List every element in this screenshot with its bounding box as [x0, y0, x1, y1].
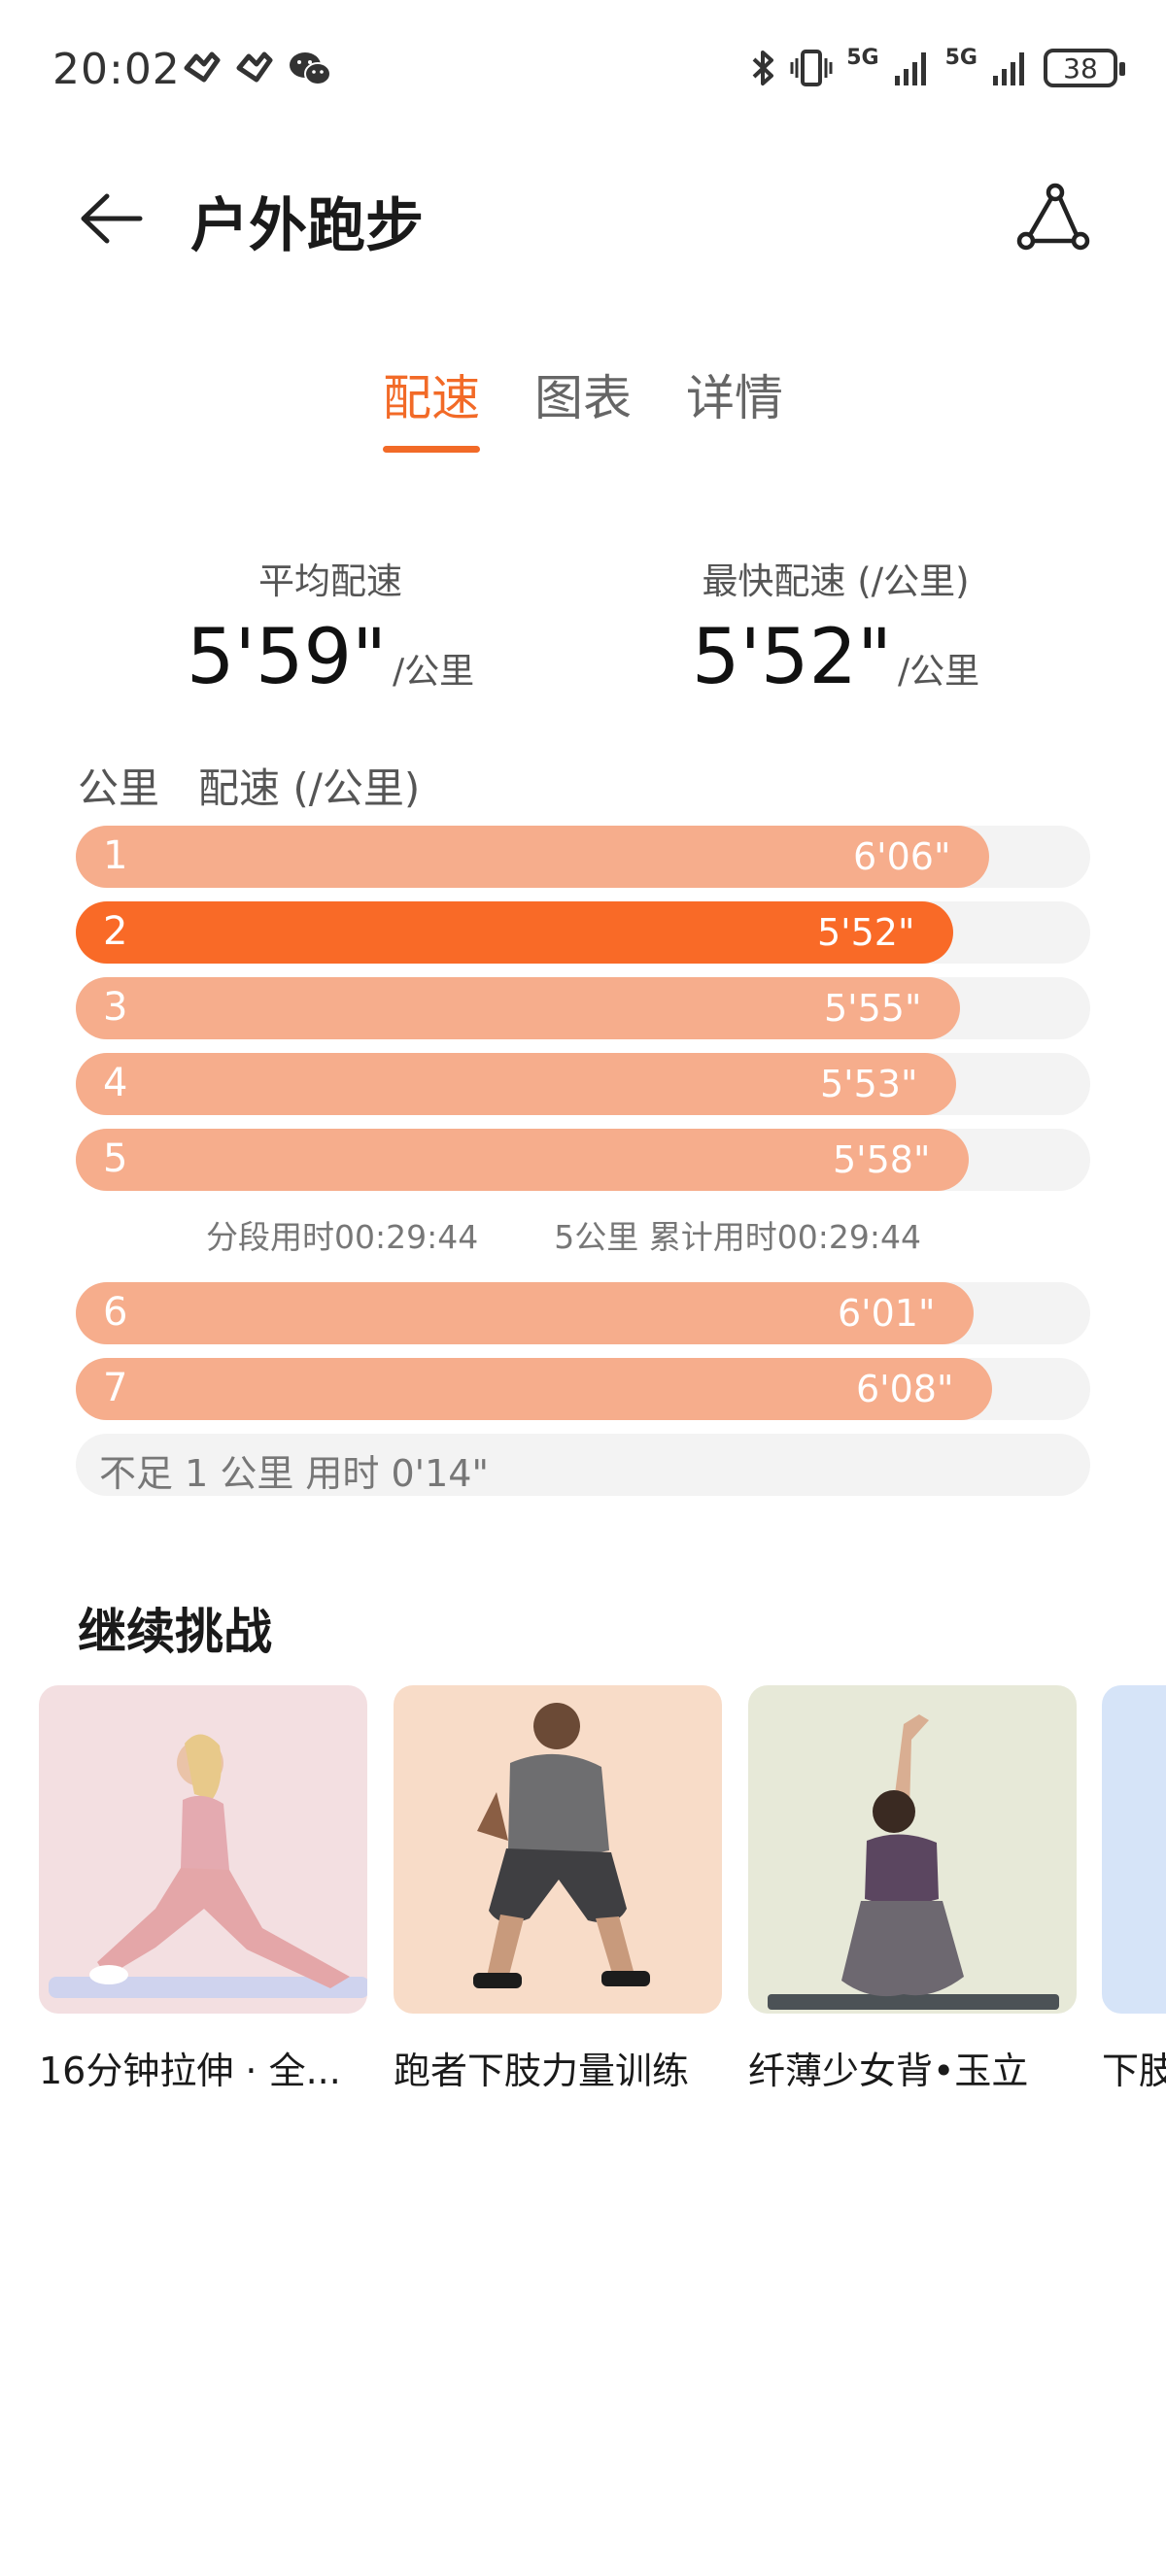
- card-image: [39, 1685, 367, 2014]
- average-pace-stat: 平均配速 5'59"/公里: [78, 552, 583, 701]
- network-type-label: 5G: [944, 46, 977, 70]
- card-title: 纤薄少女背•玉立: [748, 2050, 1029, 2092]
- km-number: 2: [103, 909, 128, 954]
- card-title: 下肢: [1102, 2050, 1166, 2092]
- tab-pace[interactable]: 配速: [383, 359, 480, 453]
- pace-row: 5 5'58": [76, 1129, 1090, 1191]
- challenge-card[interactable]: 16分钟拉伸 · 全...: [39, 1685, 367, 2094]
- tab-chart[interactable]: 图表: [534, 359, 632, 453]
- average-pace-value: 5'59": [186, 614, 388, 701]
- pace-list: 1 6'06" 2 5'52" 3 5'55" 4 5'53" 5 5'58" 分段用时00:29…: [76, 826, 1090, 1509]
- km-number: 6: [103, 1290, 128, 1335]
- wechat-icon: [290, 52, 331, 85]
- status-system-icons: 5G 5G 38: [751, 46, 1125, 87]
- tab-bar: 配速 图表 详情: [0, 359, 1166, 453]
- back-button[interactable]: [78, 185, 146, 253]
- battery-level: 38: [1063, 51, 1098, 85]
- signal-icon: [894, 52, 926, 85]
- card-title: 16分钟拉伸 · 全...: [39, 2050, 341, 2092]
- average-pace-unit: /公里: [393, 652, 475, 692]
- app-header: 户外跑步: [0, 165, 1166, 272]
- km-number: 1: [103, 833, 128, 878]
- page-title: 户外跑步: [190, 192, 424, 260]
- pace-value: 6'08": [856, 1368, 954, 1410]
- back-stretch-figure-image: [748, 1685, 1077, 2014]
- challenge-card[interactable]: 纤薄少女背•玉立: [748, 1685, 1077, 2094]
- challenge-card[interactable]: 跑者下肢力量训练: [394, 1685, 722, 2094]
- pace-bar: [76, 1358, 992, 1420]
- pace-row-fastest: 2 5'52": [76, 901, 1090, 964]
- km-number: 5: [103, 1136, 128, 1181]
- card-image: [1102, 1685, 1166, 2014]
- bluetooth-icon: [752, 51, 774, 85]
- squat-figure-image: [394, 1685, 722, 2014]
- pace-value: 6'01": [838, 1292, 936, 1335]
- pace-row: 3 5'55": [76, 977, 1090, 1039]
- network-type-label: 5G: [846, 46, 879, 70]
- pace-row: 6 6'01": [76, 1282, 1090, 1344]
- split-time: 分段用时00:29:44: [206, 1218, 479, 1256]
- challenge-card[interactable]: 下肢: [1102, 1685, 1166, 2094]
- card-title: 跑者下肢力量训练: [394, 2050, 690, 2092]
- pace-summary: 平均配速 5'59"/公里 最快配速 (/公里) 5'52"/公里: [0, 552, 1166, 701]
- status-bar: 20:02 5G 5G 38: [0, 0, 1166, 146]
- pace-row: 1 6'06": [76, 826, 1090, 888]
- challenge-carousel[interactable]: 16分钟拉伸 · 全... 跑者下肢力量训练 纤薄少女背•玉立 下肢: [39, 1685, 1166, 2113]
- remainder-text: 不足 1 公里 用时 0'14": [99, 1452, 489, 1495]
- km-number: 4: [103, 1061, 128, 1105]
- vibrate-icon: [790, 50, 833, 86]
- pace-column-header: 配速 (/公里): [198, 764, 421, 812]
- pace-row: 4 5'53": [76, 1053, 1090, 1115]
- status-time: 20:02: [52, 45, 181, 94]
- km-number: 7: [103, 1366, 128, 1410]
- pace-table-header: 公里 配速 (/公里): [78, 756, 420, 815]
- fastest-pace-stat: 最快配速 (/公里) 5'52"/公里: [583, 552, 1088, 701]
- fastest-pace-value: 5'52": [691, 614, 893, 701]
- card-image: [748, 1685, 1077, 2014]
- status-notification-icons: [183, 51, 332, 87]
- huawei-health-icon: [236, 51, 273, 83]
- battery-indicator: 38: [1044, 49, 1125, 87]
- pace-value: 5'58": [833, 1138, 931, 1181]
- pace-bar: [76, 826, 989, 888]
- pace-value: 5'55": [824, 987, 922, 1030]
- km-column-header: 公里: [78, 764, 160, 812]
- remainder-row: 不足 1 公里 用时 0'14": [76, 1434, 1090, 1496]
- tab-details[interactable]: 详情: [686, 359, 783, 453]
- signal-icon: [993, 52, 1024, 85]
- pace-value: 6'06": [853, 835, 951, 878]
- split-summary: 分段用时00:29:44 5公里 累计用时00:29:44: [37, 1195, 1090, 1274]
- pace-row: 7 6'08": [76, 1358, 1090, 1420]
- pace-value: 5'53": [820, 1063, 918, 1105]
- fastest-pace-label: 最快配速 (/公里): [702, 560, 970, 602]
- average-pace-label: 平均配速: [258, 560, 402, 602]
- challenge-section-title: 继续挑战: [78, 1604, 272, 1660]
- card-image: [394, 1685, 722, 2014]
- stretch-figure-image: [39, 1685, 367, 2014]
- km-number: 3: [103, 985, 128, 1030]
- share-route-button[interactable]: [1016, 183, 1090, 256]
- pace-value: 5'52": [817, 911, 915, 954]
- share-route-icon: [1016, 183, 1090, 251]
- back-arrow-icon: [81, 193, 143, 244]
- cumulative-time: 5公里 累计用时00:29:44: [554, 1218, 921, 1256]
- fastest-pace-unit: /公里: [898, 652, 980, 692]
- huawei-health-icon: [184, 51, 221, 83]
